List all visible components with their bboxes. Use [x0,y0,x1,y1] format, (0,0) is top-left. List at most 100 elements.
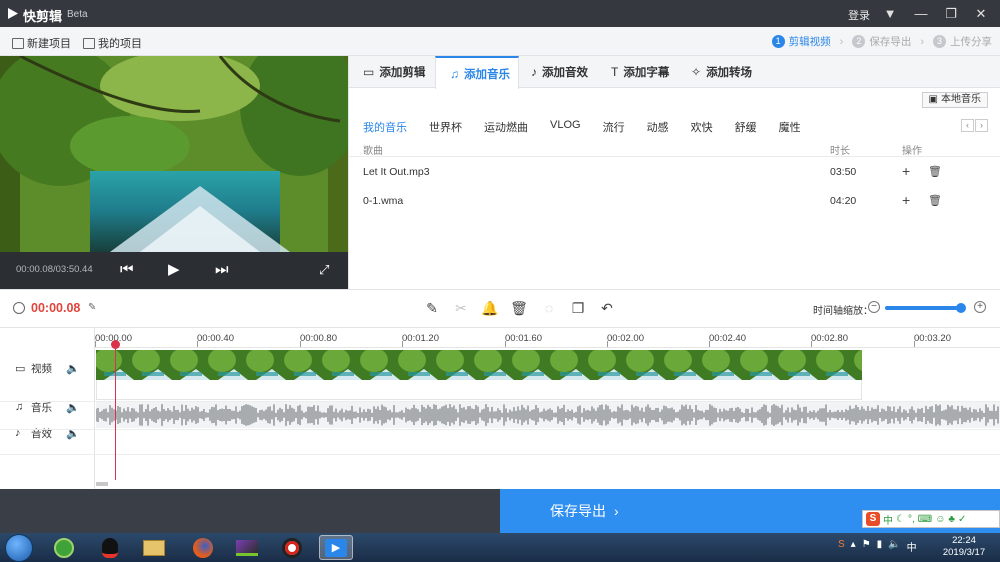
step-number: 3 [933,35,946,48]
category-dynamic[interactable]: 动感 [647,119,669,135]
dropdown-menu-icon[interactable]: ▼ [881,5,899,22]
tab-add-transition[interactable]: ✧ 添加转场 [677,56,767,88]
undo-icon[interactable]: ↶ [598,299,616,317]
zoom-in-icon[interactable]: + [974,301,986,313]
playhead-handle[interactable] [111,340,120,349]
pencil-icon[interactable]: ✎ [423,299,441,317]
tray-arrow-icon[interactable]: ▴ [851,539,856,554]
music-categories: 我的音乐 世界杯 运动燃曲 VLOG 流行 动感 欢快 舒缓 魔性 [363,119,823,135]
time-ruler[interactable]: 00:00.00 00:00.40 00:00.80 00:01.20 00:0… [95,328,1000,348]
step-export[interactable]: 2 保存导出 [852,34,911,49]
chevron-left-icon[interactable]: ‹ [961,119,974,132]
video-thumbnail [588,348,628,380]
chevron-right-icon[interactable]: › [975,119,988,132]
minimize-icon[interactable]: — [912,5,930,22]
video-clip[interactable] [94,348,894,380]
music-clip[interactable] [95,402,1000,428]
video-preview: 00:00.08/03:50.44 ⏮ ▶ ⏭ ⤢ [0,56,348,289]
firefox-icon[interactable] [186,535,220,560]
previous-frame-icon[interactable]: ⏮ [120,260,134,280]
song-name: 0-1.wma [363,195,404,207]
step-edit[interactable]: 1 剪辑视频 [771,34,831,49]
sogou-tray-icon[interactable]: S [838,539,845,554]
ime-mode[interactable]: 中 [883,512,893,527]
language-icon[interactable]: 中 [907,539,917,554]
app-window: 快剪辑 Beta 登录 ▼ — ❐ ✕ 新建项目 我的项目 1 剪辑视频 › 2… [0,0,1000,562]
login-link[interactable]: 登录 [848,7,870,23]
start-button-icon[interactable] [5,534,33,562]
add-icon[interactable]: + [902,192,910,208]
ime-punct-icon[interactable]: °, [908,514,915,525]
play-icon[interactable]: ▶ [168,260,180,280]
song-duration: 03:50 [830,166,857,178]
category-world-cup[interactable]: 世界杯 [429,119,462,135]
ime-tools-icon[interactable]: ✓ [958,514,966,525]
flag-icon[interactable]: ⚑ [862,539,871,554]
volume-icon[interactable]: 🔈 [66,362,80,375]
fullscreen-icon[interactable]: ⤢ [319,260,329,280]
playhead[interactable] [111,340,120,480]
speaker-icon[interactable]: 🔈 [888,539,900,554]
kuaijianji-taskbar-icon[interactable]: ▶ [319,535,353,560]
ime-skin-icon[interactable]: ♣ [948,514,955,525]
chevron-right-icon: › [920,35,924,48]
qq-icon[interactable] [93,535,127,560]
scissors-icon[interactable]: ✂ [452,299,470,317]
column-song: 歌曲 [363,146,383,157]
os-taskbar: ▶ S ▴ ⚑ ▮ 🔈 中 22:24 2019/3/17 [0,533,1000,562]
tab-add-clip[interactable]: ▭ 添加剪辑 [349,56,435,88]
next-frame-icon[interactable]: ⏭ [215,260,229,280]
file-explorer-icon[interactable] [137,535,171,560]
zoom-out-icon[interactable]: − [868,301,880,313]
ime-user-icon[interactable]: ☺ [935,514,945,525]
sound-effect-icon: ♪ [531,65,537,79]
category-cheerful[interactable]: 欢快 [691,119,713,135]
volume-icon[interactable]: 🔈 [66,401,80,414]
category-quirky[interactable]: 魔性 [779,119,801,135]
category-sports[interactable]: 运动燃曲 [484,119,528,135]
step-share[interactable]: 3 上传分享 [933,34,992,49]
transition-icon: ✧ [691,65,702,79]
table-row[interactable]: Let It Out.mp3 03:50 + 🗑 [349,158,1000,187]
zoom-slider-knob[interactable] [956,303,966,313]
network-icon[interactable]: ▮ [877,539,883,554]
horizontal-scrollbar[interactable] [96,482,108,486]
edit-time-icon[interactable]: ✎ [88,302,96,313]
tab-add-subtitle[interactable]: T 添加字幕 [597,56,681,88]
keyboard-icon[interactable]: ⌨ [918,514,932,525]
workflow-steps: 1 剪辑视频 › 2 保存导出 › 3 上传分享 [771,34,992,49]
bell-icon[interactable]: 🔔 [481,299,499,317]
step-number: 1 [771,35,785,48]
trash-icon[interactable]: 🗑 [928,165,942,178]
category-pop[interactable]: 流行 [603,119,625,135]
maximize-icon[interactable]: ❐ [942,5,960,22]
category-soothing[interactable]: 舒缓 [735,119,757,135]
local-music-button[interactable]: ▣ 本地音乐 [921,92,988,108]
system-clock[interactable]: 22:24 2019/3/17 [940,535,988,559]
trash-icon[interactable]: 🗑 [510,299,528,317]
local-music-label: 本地音乐 [941,94,981,105]
browser-360-icon[interactable] [47,535,81,560]
ime-moon-icon[interactable]: ☾ [896,514,905,525]
new-project-button[interactable]: 新建项目 [12,35,71,51]
tab-add-music[interactable]: ♫ 添加音乐 [435,56,519,89]
zoom-slider[interactable] [885,303,966,313]
save-export-label: 保存导出 [550,503,606,519]
crop-icon[interactable]: ◌ [540,299,558,317]
my-projects-button[interactable]: 我的项目 [83,35,142,51]
close-icon[interactable]: ✕ [972,5,990,22]
folder-music-icon: ▣ [928,94,938,105]
sogou-icon[interactable]: S [866,512,880,526]
record-app-icon[interactable] [275,535,309,560]
category-my-music[interactable]: 我的音乐 [363,119,407,135]
ruler-tick: 00:01.20 [402,333,439,344]
add-icon[interactable]: + [902,163,910,179]
trash-icon[interactable]: 🗑 [928,194,942,207]
table-row[interactable]: 0-1.wma 04:20 + 🗑 [349,187,1000,216]
copy-icon[interactable]: ❐ [569,299,587,317]
category-vlog[interactable]: VLOG [550,119,581,135]
media-app-icon[interactable] [230,535,264,560]
tab-add-sfx[interactable]: ♪ 添加音效 [517,56,601,88]
panel-tabs: ▭ 添加剪辑 ♫ 添加音乐 ♪ 添加音效 T 添加字幕 ✧ 添加转场 [349,56,1000,89]
video-thumbnail [132,348,172,380]
